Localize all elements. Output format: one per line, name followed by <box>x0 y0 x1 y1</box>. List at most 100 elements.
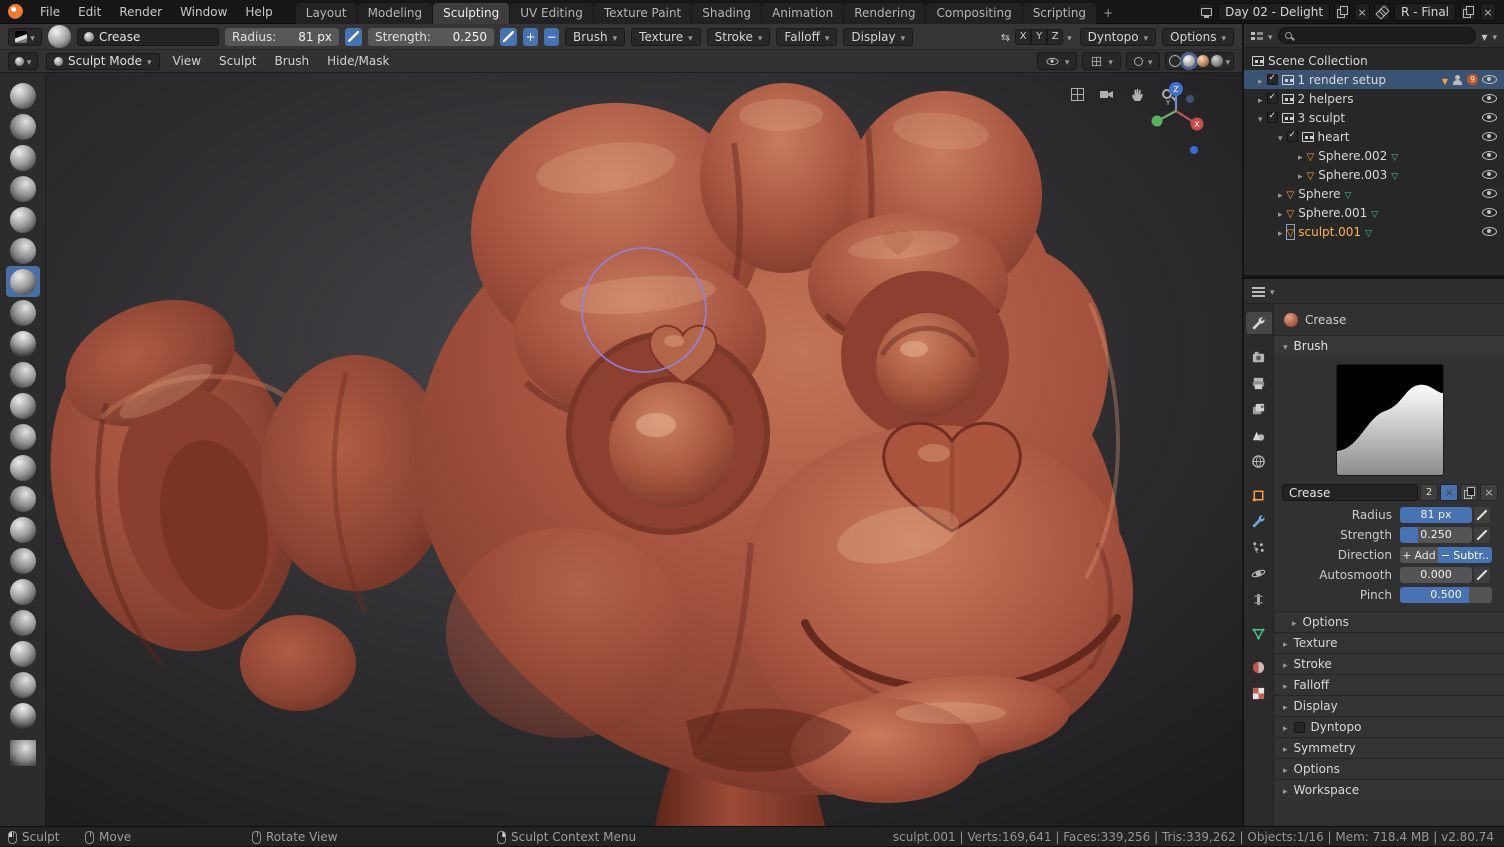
outliner-editor-icon[interactable] <box>1251 31 1263 41</box>
texture-panel-header[interactable]: Texture <box>1274 632 1504 653</box>
blender-logo-icon[interactable] <box>8 4 23 19</box>
gizmos-dropdown[interactable] <box>1082 52 1121 70</box>
collection-row-helpers[interactable]: 2 helpers <box>1244 89 1504 108</box>
tab-constraints[interactable] <box>1246 588 1272 610</box>
dyntopo-dropdown[interactable]: Dyntopo <box>1079 27 1157 46</box>
menu-window[interactable]: Window <box>171 0 236 24</box>
direction-add-button[interactable]: + <box>523 27 538 46</box>
outliner-search-input[interactable] <box>1277 27 1477 44</box>
symmetry-panel-header[interactable]: Symmetry <box>1274 737 1504 758</box>
properties-editor-icon[interactable] <box>1252 286 1265 297</box>
brush-rotate[interactable] <box>6 638 40 669</box>
display-dropdown[interactable]: Display <box>843 27 914 46</box>
collection-row-sculpt[interactable]: 3 sculpt <box>1244 108 1504 127</box>
material-shading-button[interactable] <box>1197 55 1210 67</box>
view-layer-browse-button[interactable] <box>1374 2 1391 21</box>
stroke-panel-header[interactable]: Stroke <box>1274 653 1504 674</box>
dyntopo-panel-header[interactable]: Dyntopo <box>1274 716 1504 737</box>
expand-icon[interactable] <box>1278 225 1283 239</box>
collapse-icon[interactable] <box>1258 111 1263 125</box>
workspace-tab-layout[interactable]: Layout <box>295 2 357 24</box>
view-layer-selector[interactable]: R - Final <box>1394 2 1456 21</box>
scene-browse-button[interactable] <box>1198 2 1215 21</box>
options-panel-header[interactable]: Options <box>1274 758 1504 779</box>
options-dropdown[interactable]: Options <box>1162 27 1234 46</box>
mirror-x-toggle[interactable]: X <box>1015 28 1032 45</box>
falloff-dropdown[interactable]: Falloff <box>776 27 838 46</box>
brush-scrape[interactable] <box>6 390 40 421</box>
rendered-shading-button[interactable] <box>1211 55 1224 67</box>
direction-subtract-button[interactable]: − Subtr.. <box>1438 547 1492 563</box>
object-row-sphere-003[interactable]: Sphere.003 <box>1244 165 1504 184</box>
stroke-dropdown[interactable]: Stroke <box>706 27 771 46</box>
radius-animate-button[interactable] <box>345 27 362 46</box>
display-panel-header[interactable]: Display <box>1274 695 1504 716</box>
hide-toggle-eye-icon[interactable] <box>1482 189 1497 198</box>
direction-add-button[interactable]: + Add <box>1400 547 1438 563</box>
toggle-perspective-button[interactable] <box>1068 85 1086 103</box>
visibility-dropdown[interactable] <box>1036 52 1078 70</box>
brush-inflate[interactable] <box>6 204 40 235</box>
scene-delete-button[interactable] <box>1354 2 1371 21</box>
hide-toggle-eye-icon[interactable] <box>1482 94 1497 103</box>
collection-row-render-setup[interactable]: 1 render setup 9 <box>1244 70 1504 89</box>
add-workspace-button[interactable]: + <box>1097 3 1119 24</box>
tab-output[interactable] <box>1246 372 1272 394</box>
brush-grab[interactable] <box>6 452 40 483</box>
brush-pose[interactable] <box>6 576 40 607</box>
menu-render[interactable]: Render <box>110 0 171 24</box>
users-count-button[interactable]: 2 <box>1420 484 1438 501</box>
dyntopo-checkbox[interactable] <box>1293 721 1305 733</box>
menu-help[interactable]: Help <box>236 0 281 24</box>
brush-mask[interactable] <box>6 700 40 731</box>
tab-texture[interactable] <box>1246 682 1272 704</box>
object-row-sculpt-001[interactable]: sculpt.001 <box>1244 222 1504 241</box>
autosmooth-slider[interactable]: 0.000 <box>1400 567 1472 583</box>
3d-viewport[interactable]: Z X Y <box>46 73 1242 826</box>
tab-object[interactable] <box>1246 484 1272 506</box>
workspace-tab-rendering[interactable]: Rendering <box>844 2 926 24</box>
hide-toggle-eye-icon[interactable] <box>1482 170 1497 179</box>
tab-render[interactable] <box>1246 346 1272 368</box>
workspace-tab-modeling[interactable]: Modeling <box>357 2 433 24</box>
brush-name-field[interactable]: Crease <box>77 27 219 46</box>
fake-user-shield-button[interactable] <box>1440 484 1458 501</box>
brush-thumbnail[interactable] <box>48 25 71 48</box>
view-layer-delete-button[interactable] <box>1480 2 1496 21</box>
object-row-sphere[interactable]: Sphere <box>1244 184 1504 203</box>
falloff-panel-header[interactable]: Falloff <box>1274 674 1504 695</box>
menu-file[interactable]: File <box>31 0 69 24</box>
unlink-button[interactable] <box>1480 484 1498 501</box>
radius-slider[interactable]: Radius: 81 px <box>225 27 339 46</box>
axis-y-handle[interactable] <box>1151 115 1163 127</box>
hide-toggle-eye-icon[interactable] <box>1482 151 1497 160</box>
sculpt-scene-canvas[interactable] <box>46 73 1242 826</box>
new-copy-button[interactable] <box>1460 484 1478 501</box>
tab-scene[interactable] <box>1246 424 1272 446</box>
brush-blob[interactable] <box>6 235 40 266</box>
menu-hide-mask[interactable]: Hide/Mask <box>322 54 394 68</box>
brush-clay-strips[interactable] <box>6 142 40 173</box>
filter-icon[interactable] <box>1481 29 1487 43</box>
brush-preview-image[interactable] <box>1336 364 1444 476</box>
editor-type-dropdown[interactable] <box>8 52 38 70</box>
radius-animate-button[interactable] <box>1474 507 1490 523</box>
options-subpanel-header[interactable]: Options <box>1274 611 1504 632</box>
brush-clay[interactable] <box>6 111 40 142</box>
pinch-slider[interactable]: 0.500 <box>1400 587 1492 603</box>
brush-dropdown[interactable]: Brush <box>565 27 626 46</box>
hide-toggle-eye-icon[interactable] <box>1482 75 1497 84</box>
radius-slider[interactable]: 81 px <box>1400 507 1472 523</box>
strength-slider[interactable]: Strength: 0.250 <box>368 27 494 46</box>
collection-checkbox[interactable] <box>1286 130 1298 142</box>
camera-view-button[interactable] <box>1098 85 1116 103</box>
distant-sphere-object[interactable] <box>1190 146 1198 154</box>
tool-annotate[interactable] <box>6 737 40 768</box>
hide-toggle-eye-icon[interactable] <box>1482 132 1497 141</box>
brush-panel-header[interactable]: Brush <box>1274 335 1504 356</box>
expand-icon[interactable] <box>1298 149 1303 163</box>
direction-subtract-button[interactable]: − <box>544 27 559 46</box>
texture-dropdown[interactable]: Texture <box>631 27 701 46</box>
strength-slider[interactable]: 0.250 <box>1400 527 1472 543</box>
brush-fill[interactable] <box>6 359 40 390</box>
